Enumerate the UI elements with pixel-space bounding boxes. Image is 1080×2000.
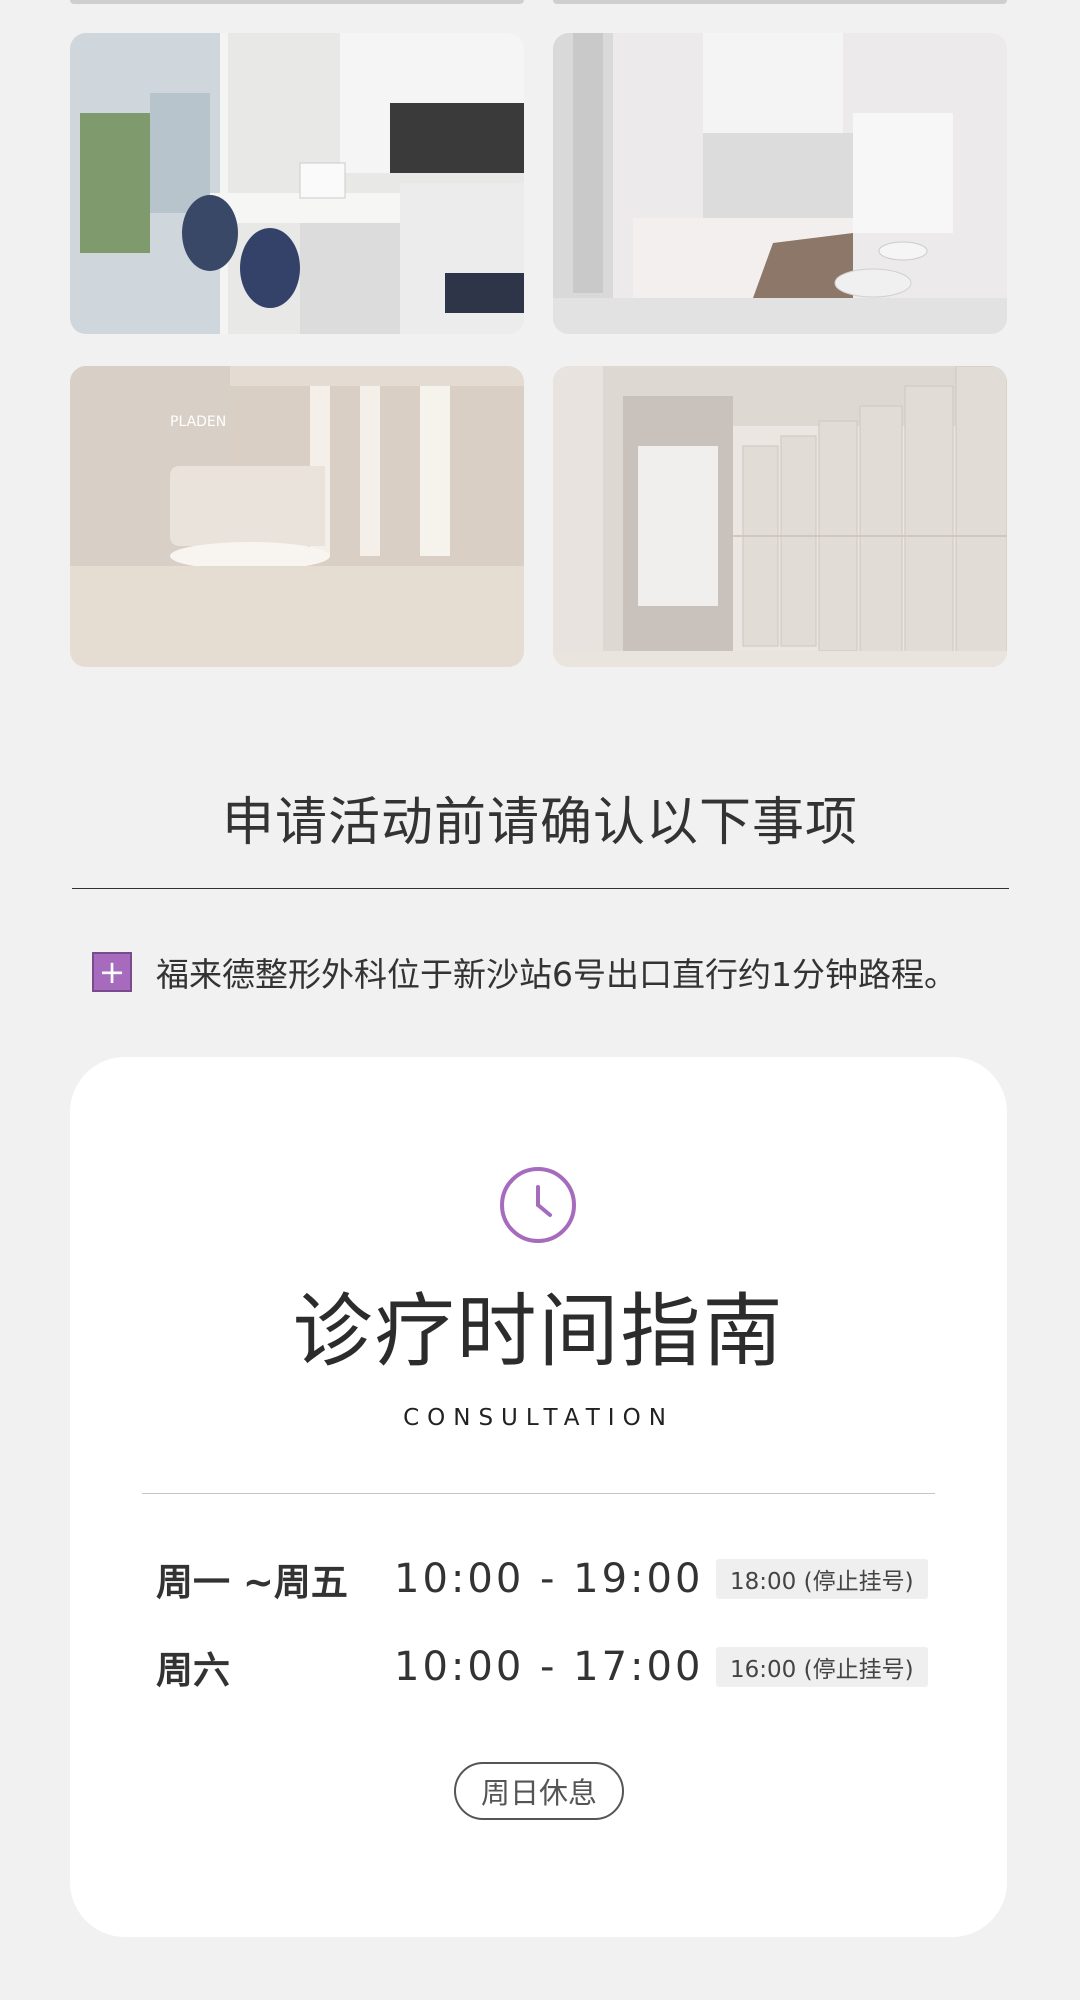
clinic-photo-office (70, 33, 524, 334)
notice-divider (72, 888, 1009, 889)
hours-subtitle: CONSULTATION (403, 1405, 674, 1431)
hours-row-time: 10:00 - 17:00 (394, 1644, 704, 1690)
svg-text:PLADEN: PLADEN (170, 414, 226, 430)
notice-item-text: 福来德整形外科位于新沙站6号出口直行约1分钟路程。 (156, 955, 957, 994)
hours-row-day: 周一 ~周五 (156, 1561, 348, 1604)
consultation-hours-card: 诊疗时间指南 CONSULTATION 周一 ~周五 10:00 - 19:00… (70, 1057, 1007, 1937)
clinic-photo-treatment-room (553, 33, 1007, 334)
sunday-closed-badge: 周日休息 (454, 1762, 624, 1820)
clock-icon (500, 1167, 576, 1243)
plus-icon[interactable]: + (92, 952, 132, 992)
clinic-photo-gallery: PLADEN (70, 33, 1007, 668)
hours-row-day: 周六 (156, 1649, 230, 1692)
notice-title: 申请活动前请确认以下事项 (221, 793, 858, 853)
previous-photo-edge-left (70, 0, 524, 4)
previous-photo-edge-right (553, 0, 1007, 4)
clinic-photo-locker-room (553, 366, 1007, 667)
hours-row-weekday: 周一 ~周五 10:00 - 19:00 18:00 (停止挂号) (156, 1554, 928, 1604)
hours-row-note: 16:00 (停止挂号) (716, 1647, 928, 1687)
notice-item: + 福来德整形外科位于新沙站6号出口直行约1分钟路程。 (92, 948, 957, 996)
clinic-photo-reception: PLADEN (70, 366, 524, 667)
hours-divider (142, 1493, 935, 1494)
hours-row-saturday: 周六 10:00 - 17:00 16:00 (停止挂号) (156, 1642, 928, 1692)
hours-row-time: 10:00 - 19:00 (394, 1556, 704, 1602)
hours-title: 诊疗时间指南 (292, 1285, 785, 1378)
hours-row-note: 18:00 (停止挂号) (716, 1559, 928, 1599)
